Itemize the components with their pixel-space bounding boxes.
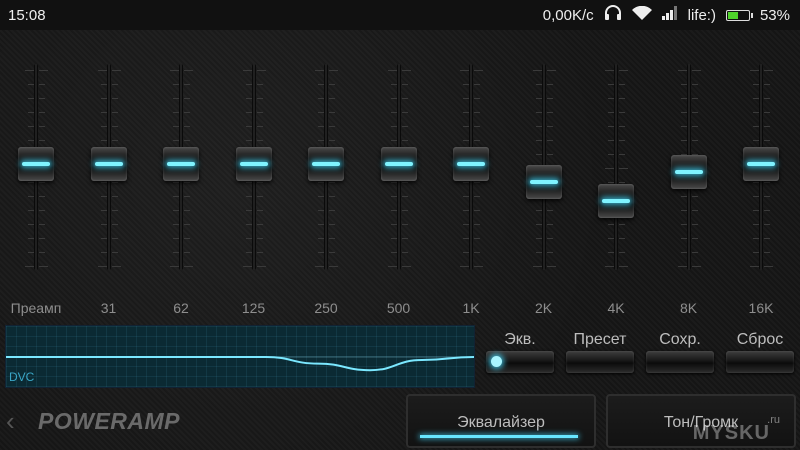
band-label: 8K: [679, 300, 698, 316]
band-label: 2K: [534, 300, 553, 316]
back-chevron-icon[interactable]: ‹: [6, 406, 15, 437]
knob-glow: [312, 161, 340, 166]
knob-glow: [384, 161, 413, 166]
tab-equalizer-label: Эквалайзер: [457, 414, 545, 431]
slider-knob[interactable]: [235, 146, 272, 181]
eq-band-7: 2K: [508, 30, 580, 320]
eq-band-9: 8K: [653, 30, 725, 320]
equalizer-sliders: Преамп 31 62 125 250 500 1K 2K 4K 8K 16K: [0, 30, 800, 320]
band-label: 125: [241, 300, 266, 316]
knob-glow: [167, 161, 195, 166]
slider-knob[interactable]: [525, 165, 562, 200]
knob-glow: [747, 161, 775, 166]
bottom-bar: ‹ POWERAMP Эквалайзер Тон/Громк: [0, 392, 800, 450]
save-label: Сохр.: [659, 331, 701, 348]
status-bar: 15:08 0,00K/с life:) 53%: [0, 0, 800, 30]
band-label: 1K: [462, 300, 480, 316]
watermark-suffix: .ru: [767, 414, 780, 426]
eq-curve-graph: [6, 356, 474, 372]
knob-glow: [239, 161, 268, 166]
watermark: MYSKU: [692, 422, 770, 444]
save-button[interactable]: [646, 351, 714, 373]
slider-knob[interactable]: [308, 146, 344, 181]
status-right: 0,00K/с life:) 53%: [543, 5, 790, 25]
band-label: 4K: [607, 300, 625, 316]
tab-equalizer[interactable]: Эквалайзер: [406, 394, 596, 448]
eq-band-3: 125: [218, 30, 290, 320]
eq-enabled-led-icon: [491, 356, 502, 367]
eq-toggle-label: Экв.: [504, 331, 536, 348]
slider-knob[interactable]: [453, 146, 489, 181]
eq-curve-display: DVC: [5, 325, 475, 388]
slider-knob[interactable]: [90, 146, 127, 181]
signal-icon: [661, 6, 678, 24]
slider-knob[interactable]: [670, 155, 707, 190]
eq-curve-line: [6, 356, 474, 372]
battery-fill: [727, 11, 739, 19]
eq-band-8: 4K: [580, 30, 652, 320]
band-label: 500: [386, 300, 411, 316]
wifi-icon: [631, 5, 652, 25]
knob-glow: [674, 170, 703, 175]
slider-knob[interactable]: [380, 146, 417, 181]
band-label: 31: [100, 300, 117, 316]
tab-active-indicator: [420, 435, 578, 438]
eq-band-4: 250: [290, 30, 362, 320]
battery-icon: [725, 9, 753, 21]
eq-band-2: 62: [145, 30, 217, 320]
knob-glow: [602, 199, 630, 204]
slider-knob[interactable]: [18, 146, 54, 181]
carrier-name: life:): [687, 6, 716, 24]
reset-button[interactable]: [726, 351, 794, 373]
band-label: Преамп: [10, 300, 62, 316]
eq-toggle-button[interactable]: [486, 351, 554, 373]
band-label: 250: [314, 300, 338, 316]
knob-glow: [529, 180, 558, 185]
reset-label: Сброс: [736, 331, 784, 348]
network-speed: 0,00K/с: [542, 6, 594, 24]
status-time: 15:08: [8, 6, 46, 24]
eq-band-5: 500: [363, 30, 435, 320]
preset-label: Пресет: [573, 331, 627, 348]
eq-band-1: 31: [73, 30, 145, 320]
slider-knob[interactable]: [598, 184, 634, 219]
poweramp-logo: POWERAMP: [38, 408, 180, 434]
slider-ticks: [604, 70, 628, 267]
dvc-label: DVC: [9, 370, 35, 384]
battery-percent: 53%: [759, 6, 790, 24]
eq-band-10: 16K: [725, 30, 797, 320]
band-label: 62: [173, 300, 189, 316]
preset-button[interactable]: [566, 351, 634, 373]
knob-glow: [457, 161, 485, 166]
knob-glow: [22, 161, 50, 166]
band-label: 16K: [748, 300, 774, 316]
eq-band-0: Преамп: [0, 30, 72, 320]
slider-knob[interactable]: [163, 146, 199, 181]
slider-knob[interactable]: [743, 146, 779, 181]
headphones-icon: [604, 5, 622, 25]
knob-glow: [94, 161, 123, 166]
eq-band-6: 1K: [435, 30, 507, 320]
